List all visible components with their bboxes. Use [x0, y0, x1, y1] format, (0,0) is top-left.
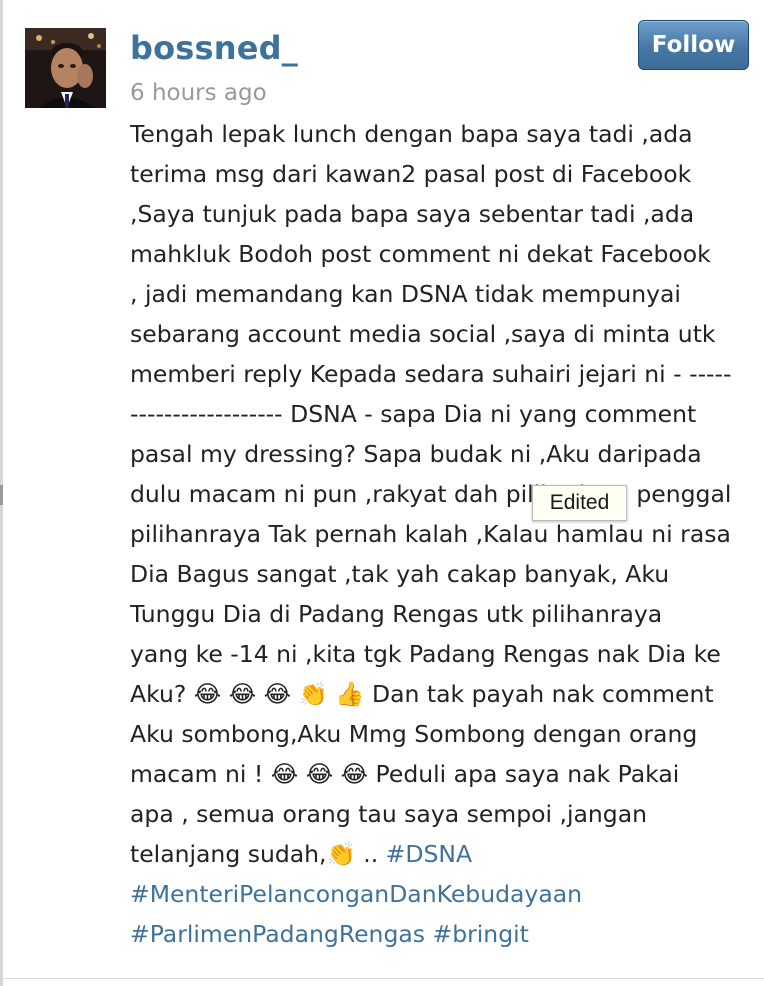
caption-line: yang ke -14 ni ,kita tgk Padang Rengas n… — [130, 640, 721, 668]
caption-line-hashtags: #MenteriPelanconganDanKebudayaan — [130, 874, 756, 914]
follow-button[interactable]: Follow — [638, 20, 749, 70]
caption-line: Aku? 😂 😂 😂 👏 👍 Dan tak payah nak comment — [130, 680, 714, 708]
caption-line: mahkluk Bodoh post comment ni dekat Face… — [130, 240, 711, 268]
caption-line: pilihanraya Tak pernah kalah ,Kalau haml… — [130, 520, 731, 548]
caption-line: Aku sombong,Aku Mmg Sombong dengan orang — [130, 720, 698, 748]
caption-line: dulu macam ni pun ,rakyat dah pilih Aku … — [130, 480, 732, 508]
caption-text: telanjang sudah,👏 .. — [130, 840, 386, 868]
hashtag-link[interactable]: #bringit — [433, 920, 529, 948]
edited-tooltip: Edited — [532, 485, 627, 521]
profile-photo-icon — [25, 28, 106, 108]
hashtag-link[interactable]: #MenteriPelanconganDanKebudayaan — [130, 880, 582, 908]
caption-line: macam ni ! 😂 😂 😂 Peduli apa saya nak Pak… — [130, 760, 680, 788]
caption-line: Tunggu Dia di Padang Rengas utk pilihanr… — [130, 600, 663, 628]
caption-line: pasal my dressing? Sapa budak ni ,Aku da… — [130, 440, 702, 468]
caption-line: apa , semua orang tau saya sempoi ,janga… — [130, 800, 647, 828]
post-timestamp[interactable]: 6 hours ago — [130, 78, 267, 108]
caption-line: ,Saya tunjuk pada bapa saya sebentar tad… — [130, 200, 695, 228]
caption-line: Dia Bagus sangat ,tak yah cakap banyak, … — [130, 560, 670, 588]
caption-line: , jadi memandang kan DSNA tidak mempunya… — [130, 280, 681, 308]
caption-line-with-hashtag: telanjang sudah,👏 .. #DSNA — [130, 834, 756, 874]
window-left-edge-marker — [0, 485, 3, 505]
hashtag-link[interactable]: #ParlimenPadangRengas — [130, 920, 425, 948]
divider — [0, 978, 764, 979]
caption-line: Tengah lepak lunch dengan bapa saya tadi… — [130, 120, 693, 148]
caption-line: memberi reply Kepada sedara suhairi jeja… — [130, 360, 732, 388]
username-link[interactable]: bossned_ — [130, 28, 298, 68]
caption-line: sebarang account media social ,saya di m… — [130, 320, 716, 348]
caption-line-hashtags: #ParlimenPadangRengas #bringit — [130, 914, 756, 954]
caption-line: terima msg dari kawan2 pasal post di Fac… — [130, 160, 692, 188]
caption-line: ------------------ DSNA - sapa Dia ni ya… — [130, 400, 697, 428]
avatar[interactable] — [25, 28, 106, 108]
post-caption: Tengah lepak lunch dengan bapa saya tadi… — [130, 114, 756, 954]
hashtag-link[interactable]: #DSNA — [386, 840, 472, 868]
